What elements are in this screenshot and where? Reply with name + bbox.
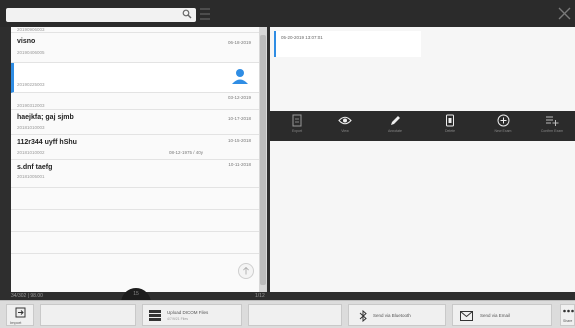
export-label: Export: [291, 129, 303, 133]
exam-detail-area: [270, 141, 575, 292]
mail-icon: [460, 311, 473, 321]
confirm-exam-button[interactable]: Confirm Exam: [535, 114, 569, 140]
list-item-name: haejkfa; gaj sjmb: [17, 114, 74, 121]
list-item-date: 10-15-2018: [227, 138, 251, 143]
list-item-date: 03-12-2019: [227, 95, 251, 100]
import-button[interactable]: Import: [6, 304, 34, 326]
arrow-up-icon: [243, 266, 249, 275]
list-item[interactable]: visno 06-18-2019 20190406005: [11, 33, 259, 63]
import-icon: [15, 307, 26, 318]
list-item-date: 06-18-2019: [227, 40, 251, 45]
delete-button[interactable]: Delete: [433, 114, 467, 140]
list-item-empty: [11, 188, 259, 210]
exam-toolbar: Export View Annotate Delete New Exam Con…: [270, 111, 575, 141]
delete-label: Delete: [444, 129, 456, 133]
trash-icon: [446, 114, 454, 127]
bluetooth-label: Send via Bluetooth: [373, 313, 411, 318]
exam-date: 05-20-2019 13:07:01: [281, 35, 323, 40]
list-item-name: s.dnf taefg: [17, 164, 53, 171]
list-item[interactable]: haejkfa; gaj sjmb 10-17-2018 20181010003: [11, 110, 259, 135]
avatar-icon: [232, 69, 248, 84]
list-item-name: visno: [17, 38, 36, 45]
status-page: 1/12: [255, 293, 265, 299]
list-item[interactable]: s.dnf taefg 10-11-2018 20181005001: [11, 160, 259, 188]
bluetooth-icon: [359, 310, 367, 322]
status-count: 34/302 | 98.00: [11, 293, 43, 299]
list-item-id: 20181005001: [17, 174, 45, 179]
list-item-id: 20181010003: [17, 125, 45, 130]
list-item-id: 20190406005: [17, 50, 45, 55]
annotate-button[interactable]: Annotate: [378, 114, 412, 140]
send-email-button[interactable]: Send via Email: [452, 304, 552, 326]
search-icon[interactable]: [182, 9, 192, 19]
document-icon: [292, 114, 302, 127]
more-icon: [563, 309, 574, 313]
list-item-name: 112r344 uyff hShu: [17, 139, 77, 146]
upload-sublabel: 4/7/9/21 Files: [167, 317, 189, 321]
list-item[interactable]: 112r344 uyff hShu 10-15-2018 20181010002…: [11, 135, 259, 160]
list-item-selected[interactable]: 20190225003: [11, 63, 259, 93]
top-bar: [0, 0, 575, 27]
exam-card[interactable]: 05-20-2019 13:07:01: [274, 31, 421, 57]
list-add-icon: [546, 116, 559, 126]
upload-dicom-button[interactable]: Upload DICOM Files 4/7/9/21 Files: [142, 304, 242, 326]
scroll-to-top-button[interactable]: [238, 263, 254, 279]
blank-button[interactable]: [40, 304, 136, 326]
view-button[interactable]: View: [328, 114, 362, 140]
eye-icon: [338, 116, 352, 125]
blank-button-2[interactable]: [248, 304, 342, 326]
bottom-action-bar: Import Upload DICOM Files 4/7/9/21 Files…: [0, 300, 575, 328]
exam-list: 05-20-2019 13:07:01: [270, 27, 575, 111]
email-label: Send via Email: [480, 313, 511, 318]
patient-list: 20190906003 visno 06-18-2019 20190406005…: [11, 27, 259, 292]
list-item-id: 20190906003: [17, 27, 45, 32]
list-item-id: 20181010002: [17, 150, 45, 155]
list-item-date: 10-11-2018: [228, 162, 251, 167]
plus-circle-icon: [497, 114, 509, 127]
list-item-empty: [11, 210, 259, 232]
list-item-birthdate: 08-12-1975 / 40y: [169, 150, 204, 155]
confirm-exam-label: Confirm Exam: [540, 129, 564, 133]
menu-icon[interactable]: [200, 8, 210, 21]
share-more-button[interactable]: Share: [560, 304, 575, 326]
pencil-icon: [390, 116, 400, 125]
detail-pane: 05-20-2019 13:07:01 Export View Annotate…: [270, 27, 575, 292]
view-label: View: [341, 129, 349, 133]
search-input[interactable]: [6, 8, 196, 22]
list-scrollbar[interactable]: [259, 27, 267, 292]
scroll-thumb[interactable]: [260, 35, 266, 285]
list-item-id: 20190225003: [17, 82, 45, 87]
app-window: 20190906003 visno 06-18-2019 20190406005…: [0, 0, 575, 328]
new-exam-button[interactable]: New Exam: [486, 114, 520, 140]
export-button[interactable]: Export: [280, 114, 314, 140]
upload-list-icon: [149, 310, 161, 321]
send-bluetooth-button[interactable]: Send via Bluetooth: [348, 304, 446, 326]
list-item-id: 20190312003: [17, 103, 45, 108]
annotate-label: Annotate: [387, 129, 402, 133]
new-exam-label: New Exam: [494, 129, 512, 133]
list-item-date: 10-17-2018: [227, 116, 251, 121]
list-item[interactable]: 03-12-2019 20190312003: [11, 93, 259, 110]
list-item-empty: [11, 232, 259, 254]
import-label: Import: [10, 320, 22, 325]
close-icon[interactable]: [558, 7, 571, 20]
share-label: Share: [563, 319, 573, 323]
upload-label: Upload DICOM Files: [167, 310, 209, 315]
